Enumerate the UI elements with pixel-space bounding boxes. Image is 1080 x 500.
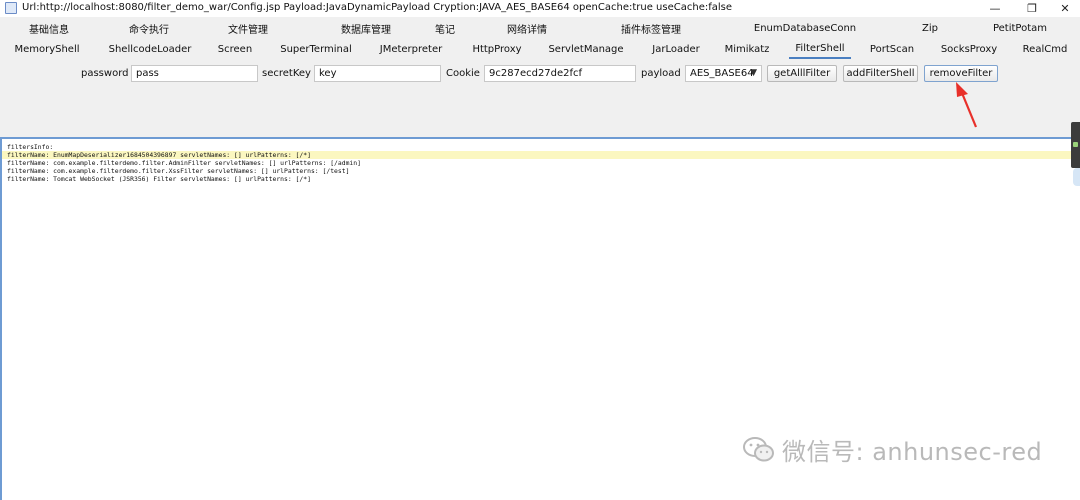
tab-network-details[interactable]: 网络详情 <box>496 18 558 38</box>
tab-jmeterpreter[interactable]: JMeterpreter <box>372 39 450 59</box>
output-line: filterName: com.example.filterdemo.filte… <box>7 167 350 175</box>
tab-httpproxy[interactable]: HttpProxy <box>466 39 528 59</box>
tab-socksproxy[interactable]: SocksProxy <box>937 39 1001 59</box>
payload-select-value: AES_BASE64 <box>690 68 754 79</box>
tab-notes[interactable]: 笔记 <box>425 18 465 38</box>
tab-plugin-tag-manager[interactable]: 插件标签管理 <box>609 18 693 38</box>
tab-superterminal[interactable]: SuperTerminal <box>276 39 356 59</box>
payload-select[interactable]: AES_BASE64 ▼ <box>685 65 762 82</box>
chevron-down-icon: ▼ <box>750 68 757 78</box>
tab-portscan[interactable]: PortScan <box>866 39 918 59</box>
payload-label: payload : <box>641 68 688 79</box>
plugin-tabs-row-2: MemoryShell ShellcodeLoader Screen Super… <box>0 39 1080 59</box>
tab-enum-database-conn[interactable]: EnumDatabaseConn <box>754 18 856 38</box>
tab-memoryshell[interactable]: MemoryShell <box>12 39 82 59</box>
tab-database-manager[interactable]: 数据库管理 <box>326 18 406 38</box>
output-line: filterName: com.example.filterdemo.filte… <box>7 159 361 167</box>
maximize-button[interactable]: ❐ <box>1015 0 1049 17</box>
app-icon <box>5 2 17 14</box>
close-button[interactable]: ✕ <box>1048 0 1080 17</box>
tab-realcmd[interactable]: RealCmd <box>1017 39 1073 59</box>
add-filter-shell-button[interactable]: addFilterShell <box>843 65 918 82</box>
tab-jarloader[interactable]: JarLoader <box>646 39 706 59</box>
watermark-text: 微信号: anhunsec-red <box>782 438 1043 466</box>
tab-file-manager[interactable]: 文件管理 <box>217 18 279 38</box>
tab-shellcodeloader[interactable]: ShellcodeLoader <box>105 39 195 59</box>
tab-petitpotam[interactable]: PetitPotam <box>988 18 1052 38</box>
minimize-button[interactable]: — <box>978 0 1012 17</box>
plugin-tabs-row-1: 基础信息 命令执行 文件管理 数据库管理 笔记 网络详情 插件标签管理 Enum… <box>0 18 1080 38</box>
side-scroll-knob[interactable] <box>1073 168 1080 186</box>
output-line: filterName: Tomcat WebSocket (JSR356) Fi… <box>7 175 311 183</box>
tab-zip[interactable]: Zip <box>910 18 950 38</box>
password-field[interactable]: pass <box>131 65 258 82</box>
tab-mimikatz[interactable]: Mimikatz <box>721 39 773 59</box>
window-title: Url:http://localhost:8080/filter_demo_wa… <box>22 2 733 13</box>
title-bar: Url:http://localhost:8080/filter_demo_wa… <box>0 0 1080 17</box>
status-dot-icon <box>1073 142 1078 147</box>
tab-screen[interactable]: Screen <box>210 39 260 59</box>
tab-basic-info[interactable]: 基础信息 <box>18 18 80 38</box>
wechat-icon <box>743 436 774 461</box>
get-all-filter-button[interactable]: getAlllFilter <box>767 65 837 82</box>
tab-servletmanage[interactable]: ServletManage <box>546 39 626 59</box>
secretkey-label: secretKey : <box>262 68 318 79</box>
cookie-field[interactable]: 9c287ecd27de2fcf <box>484 65 636 82</box>
tab-filtershell[interactable]: FilterShell <box>789 39 851 59</box>
side-floating-tab[interactable] <box>1071 122 1080 168</box>
password-label: password : <box>81 68 136 79</box>
filter-shell-form: password : pass secretKey : key Cookie :… <box>0 62 1080 86</box>
wechat-watermark: 微信号: anhunsec-red <box>742 432 1042 467</box>
tab-command-exec[interactable]: 命令执行 <box>118 18 180 38</box>
cookie-label: Cookie : <box>446 68 487 79</box>
output-line-highlighted: filterName: EnumMapDeserializer168450439… <box>2 151 1078 159</box>
secretkey-field[interactable]: key <box>314 65 441 82</box>
output-line: filtersInfo: <box>7 143 54 151</box>
remove-filter-button[interactable]: removeFilter <box>924 65 998 82</box>
